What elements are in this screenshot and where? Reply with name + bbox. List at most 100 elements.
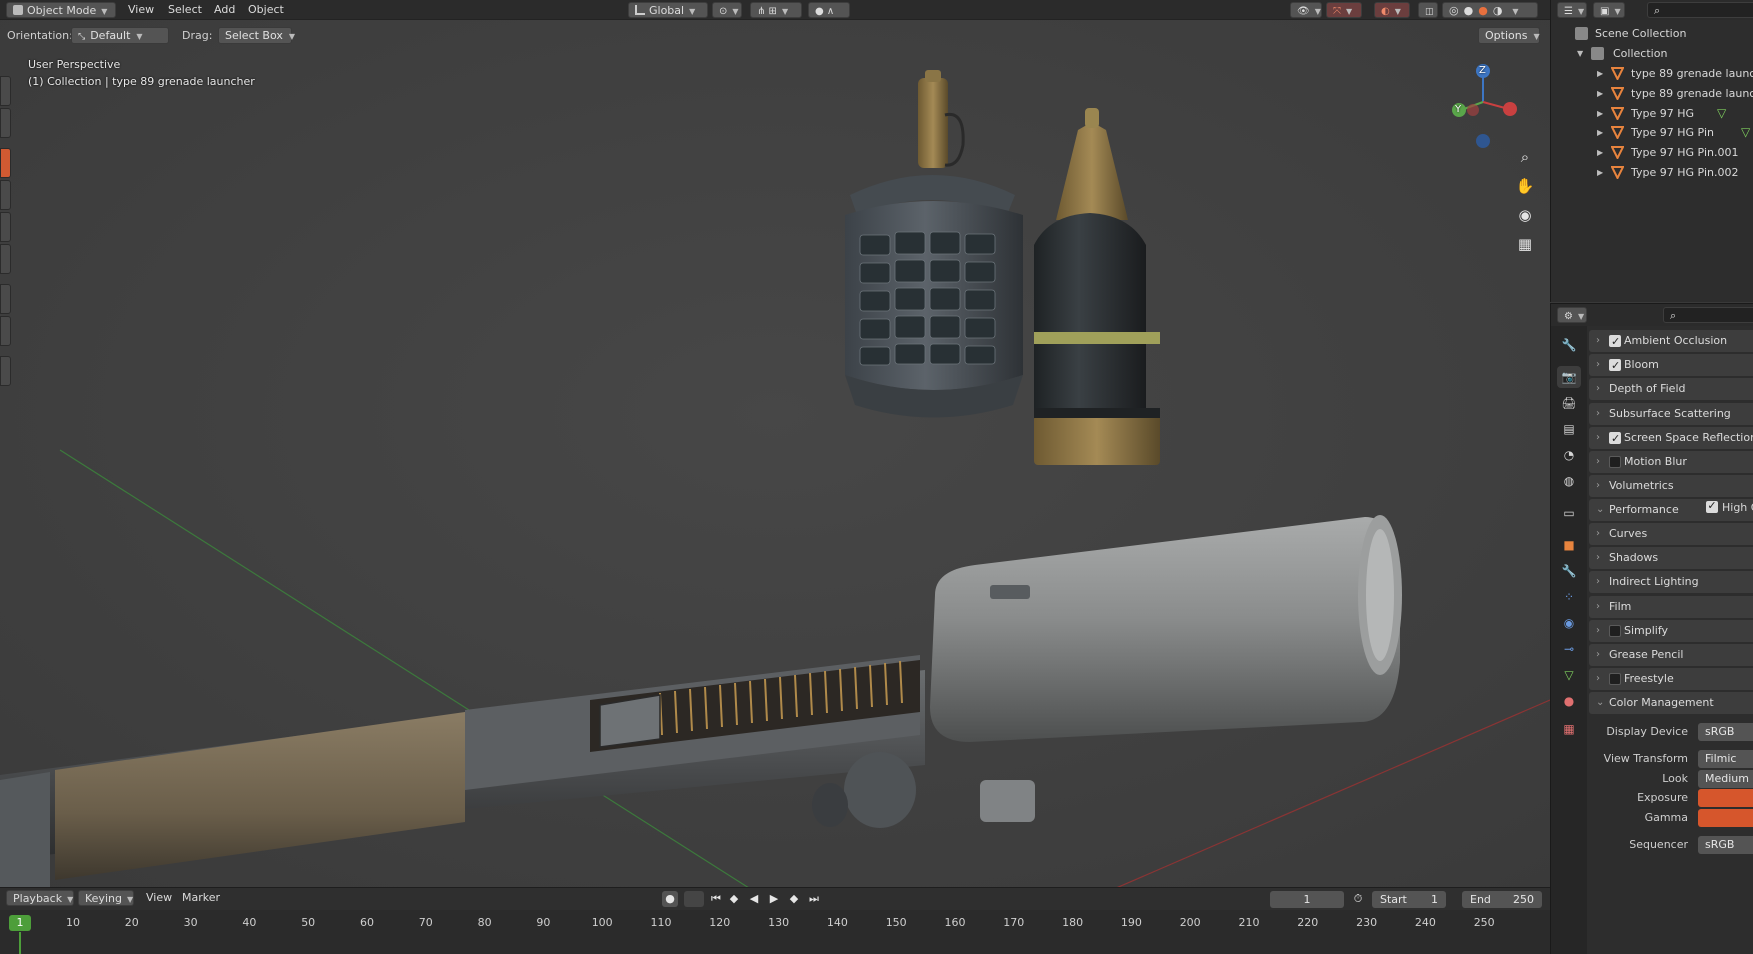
- performance-high-quality-normals[interactable]: ✓ High Quality Normals: [1589, 498, 1753, 518]
- scene-tab-icon[interactable]: ◔: [1557, 444, 1581, 466]
- outliner-item[interactable]: ▶ Type 97 HG Pin ▽: [1551, 123, 1753, 142]
- jump-end-icon[interactable]: ⏭: [806, 891, 822, 907]
- current-frame-field[interactable]: 1: [1270, 891, 1344, 908]
- panel-shadows[interactable]: › Shadows: [1589, 547, 1753, 570]
- outliner-item[interactable]: ▶ Type 97 HG Pin.002: [1551, 163, 1753, 182]
- panel-enable-checkbox[interactable]: [1609, 456, 1621, 468]
- look-dropdown[interactable]: Medium: [1698, 770, 1753, 788]
- panel-ambient-occlusion[interactable]: › Ambient Occlusion: [1589, 330, 1753, 352]
- next-keyframe-icon[interactable]: ◆: [786, 891, 802, 907]
- visibility-dropdown[interactable]: 👁 ▼: [1290, 2, 1322, 18]
- end-frame-field[interactable]: End 250: [1462, 891, 1542, 908]
- 3d-viewport[interactable]: User Perspective (1) Collection | type 8…: [0, 20, 1550, 895]
- outliner-collection[interactable]: ▼ Collection: [1551, 44, 1753, 63]
- gamma-slider[interactable]: [1698, 809, 1753, 827]
- expand-arrow-icon[interactable]: ▶: [1597, 123, 1603, 142]
- pan-hand-icon[interactable]: ✋: [1512, 173, 1538, 199]
- panel-subsurface-scattering[interactable]: › Subsurface Scattering: [1589, 402, 1753, 425]
- properties-search-input[interactable]: ⌕: [1663, 307, 1753, 323]
- ortho-grid-icon[interactable]: ▦: [1512, 231, 1538, 257]
- xray-toggle[interactable]: ◫: [1418, 2, 1438, 18]
- panel-film[interactable]: › Film: [1589, 595, 1753, 618]
- play-reverse-icon[interactable]: ◀: [746, 891, 762, 907]
- outliner-editor-type[interactable]: ☰ ▼: [1557, 2, 1587, 18]
- render-tab-icon[interactable]: 📷: [1557, 366, 1581, 388]
- panel-enable-checkbox[interactable]: [1609, 331, 1621, 352]
- data-tab-icon[interactable]: ▽: [1557, 664, 1581, 686]
- tool-cursor-button[interactable]: [0, 108, 11, 138]
- playhead-frame-indicator[interactable]: 1: [9, 915, 31, 931]
- object-tab-icon[interactable]: ■: [1557, 534, 1581, 556]
- jump-start-icon[interactable]: ⏮: [708, 891, 724, 907]
- keying-dropdown[interactable]: Keying ▼: [78, 890, 134, 906]
- panel-color-management[interactable]: ⌄ Color Management: [1589, 692, 1753, 715]
- keying-set-toggle[interactable]: [684, 891, 704, 907]
- outliner-item[interactable]: ▶ Type 97 HG ▽: [1551, 104, 1753, 123]
- timeline-ruler[interactable]: 1 10 20 30 40 50 60 70 80 90 100 110 120 130 140 150 16…: [0, 912, 1550, 934]
- prev-keyframe-icon[interactable]: ◆: [726, 891, 742, 907]
- view-layer-tab-icon[interactable]: ▤: [1557, 418, 1581, 440]
- tool-add-cube-button[interactable]: [0, 356, 11, 386]
- timeline-menu-marker[interactable]: Marker: [176, 890, 226, 906]
- menu-object[interactable]: Object: [242, 2, 290, 18]
- orientation-dropdown[interactable]: ⤡ Default ▼: [71, 27, 169, 44]
- expand-arrow-icon[interactable]: ▶: [1597, 84, 1603, 103]
- collapse-arrow-icon[interactable]: ▼: [1577, 44, 1583, 63]
- modifier-tab-icon[interactable]: 🔧: [1557, 560, 1581, 582]
- expand-arrow-icon[interactable]: ▶: [1597, 104, 1603, 123]
- drag-dropdown[interactable]: Select Box ▼: [218, 27, 295, 44]
- timeline-menu-view[interactable]: View: [140, 890, 178, 906]
- particles-tab-icon[interactable]: ⁘: [1557, 586, 1581, 608]
- sequencer-dropdown[interactable]: sRGB: [1698, 836, 1753, 854]
- transform-orientation-dropdown[interactable]: Global ▼: [628, 2, 708, 18]
- panel-motion-blur[interactable]: › Motion Blur: [1589, 451, 1753, 473]
- view-transform-dropdown[interactable]: Filmic: [1698, 750, 1753, 768]
- tool-move-button[interactable]: [0, 148, 11, 178]
- panel-curves[interactable]: › Curves: [1589, 523, 1753, 545]
- output-tab-icon[interactable]: 🖨: [1557, 392, 1581, 414]
- playback-dropdown[interactable]: Playback ▼: [6, 890, 74, 906]
- zoom-icon[interactable]: ⌕: [1512, 144, 1538, 170]
- expand-arrow-icon[interactable]: ▶: [1597, 163, 1603, 182]
- tool-select-button[interactable]: [0, 76, 11, 106]
- menu-view[interactable]: View: [122, 2, 160, 18]
- outliner-item[interactable]: ▶ type 89 grenade launcher: [1551, 84, 1753, 103]
- tool-tab-icon[interactable]: 🔧: [1557, 334, 1581, 356]
- physics-tab-icon[interactable]: ◉: [1557, 612, 1581, 634]
- tool-measure-button[interactable]: [0, 316, 11, 346]
- outliner-item[interactable]: ▶ type 89 grenade launcher: [1551, 64, 1753, 83]
- tool-scale-button[interactable]: [0, 212, 11, 242]
- exposure-slider[interactable]: [1698, 789, 1753, 807]
- options-dropdown[interactable]: Options ▼: [1478, 27, 1540, 44]
- camera-view-icon[interactable]: ◉: [1512, 202, 1538, 228]
- proportional-edit-dropdown[interactable]: ● ∧: [808, 2, 850, 18]
- expand-arrow-icon[interactable]: ▶: [1597, 143, 1603, 162]
- panel-bloom[interactable]: › Bloom: [1589, 354, 1753, 377]
- mode-dropdown[interactable]: Object Mode ▼: [6, 2, 116, 18]
- outliner-display-mode[interactable]: ▣ ▼: [1593, 2, 1625, 18]
- play-icon[interactable]: ▶: [766, 891, 782, 907]
- outliner-scene-collection[interactable]: Scene Collection: [1551, 24, 1753, 43]
- start-frame-field[interactable]: Start 1: [1372, 891, 1446, 908]
- panel-freestyle[interactable]: › Freestyle: [1589, 668, 1753, 691]
- shading-mode-buttons[interactable]: ◎●●◑ ▼: [1442, 2, 1538, 18]
- record-button[interactable]: ●: [662, 891, 678, 907]
- material-tab-icon[interactable]: ●: [1557, 690, 1581, 712]
- overlay-toggle[interactable]: ◐ ▼: [1374, 2, 1410, 18]
- tool-annotate-button[interactable]: [0, 284, 11, 314]
- tool-transform-button[interactable]: [0, 244, 11, 274]
- panel-screen-space-reflections[interactable]: › Screen Space Reflections: [1589, 426, 1753, 449]
- snap-dropdown[interactable]: ⋔ ⊞ ▼: [750, 2, 802, 18]
- constraints-tab-icon[interactable]: ⊸: [1557, 638, 1581, 660]
- high-quality-normals-checkbox[interactable]: ✓: [1706, 500, 1718, 513]
- panel-grease-pencil[interactable]: › Grease Pencil: [1589, 644, 1753, 666]
- panel-enable-checkbox[interactable]: [1609, 355, 1621, 376]
- stopwatch-icon[interactable]: ⏱: [1350, 891, 1366, 907]
- panel-enable-checkbox[interactable]: [1609, 624, 1621, 637]
- panel-depth-of-field[interactable]: › Depth of Field: [1589, 378, 1753, 401]
- tool-rotate-button[interactable]: [0, 180, 11, 210]
- panel-enable-checkbox[interactable]: [1609, 428, 1621, 449]
- properties-editor-type[interactable]: ⚙ ▼: [1557, 307, 1587, 323]
- display-device-dropdown[interactable]: sRGB: [1698, 723, 1753, 741]
- panel-indirect-lighting[interactable]: › Indirect Lighting: [1589, 571, 1753, 594]
